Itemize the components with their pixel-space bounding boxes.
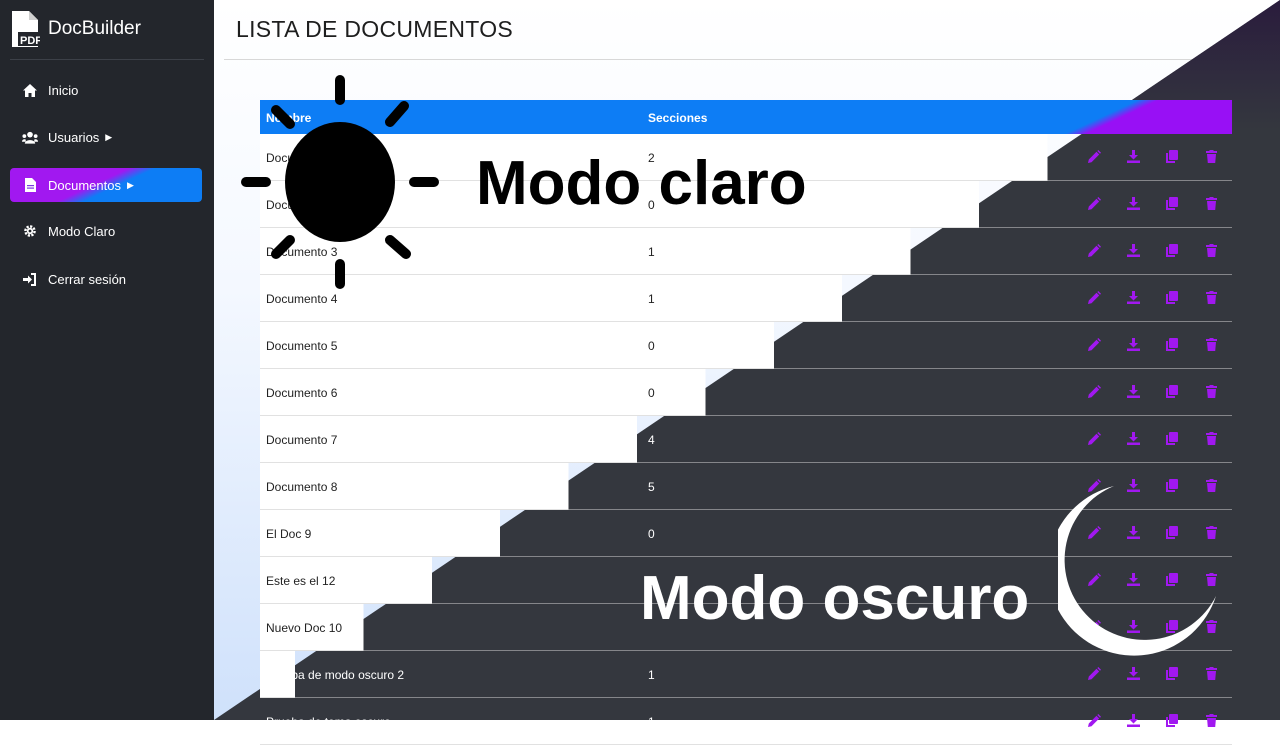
trash-icon[interactable] [1203,383,1219,399]
edit-icon[interactable] [1086,430,1102,446]
sidebar-item-cerrar-sesion[interactable]: Cerrar sesión [10,262,202,296]
document-name: Documento 5 [266,339,338,353]
document-name: Prueba de modo oscuro 2 [266,668,405,682]
caret-right-icon: ▶ [126,179,134,190]
document-sections: 0 [648,527,655,541]
sidebar-item-label: Modo Claro [48,223,116,239]
table-row: Prueba de tema oscuro 1 [260,698,1232,745]
users-icon [22,129,38,145]
download-icon[interactable] [1125,336,1141,352]
download-icon[interactable] [1125,383,1141,399]
document-sections: 1 [648,292,655,306]
dark-mode-label: Modo oscuro [640,564,1030,633]
document-icon [22,177,38,193]
sidebar-item-usuarios[interactable]: Usuarios ▶ [10,120,202,154]
document-sections: 1 [648,245,655,259]
table-row: Documento 6 0 [260,369,1232,416]
trash-icon[interactable] [1203,289,1219,305]
trash-icon[interactable] [1203,712,1219,728]
download-icon[interactable] [1125,289,1141,305]
caret-right-icon: ▶ [105,131,113,142]
document-sections: 0 [648,386,655,400]
trash-icon[interactable] [1203,665,1219,681]
edit-icon[interactable] [1086,712,1102,728]
sidebar-item-inicio[interactable]: Inicio [10,73,202,107]
sidebar: PDF DocBuilder Inicio Usuarios ▶ Documen… [0,0,214,720]
edit-icon[interactable] [1086,383,1102,399]
edit-icon[interactable] [1086,148,1102,164]
page-title: LISTA DE DOCUMENTOS [236,16,514,42]
copy-icon[interactable] [1164,383,1180,399]
document-name: Documento 8 [266,480,338,494]
row-actions [1086,195,1219,211]
row-actions [1086,665,1219,681]
trash-icon[interactable] [1203,336,1219,352]
copy-icon[interactable] [1164,336,1180,352]
table-row: Documento 7 4 [260,416,1232,463]
document-sections: 5 [648,480,655,494]
document-name: El Doc 9 [266,527,312,541]
trash-icon[interactable] [1203,195,1219,211]
copy-icon[interactable] [1164,148,1180,164]
sidebar-divider [10,59,204,60]
title-divider [224,59,1270,60]
download-icon[interactable] [1125,430,1141,446]
document-name: Este es el 12 [266,574,336,588]
edit-icon[interactable] [1086,242,1102,258]
download-icon[interactable] [1125,242,1141,258]
sidebar-item-label: Cerrar sesión [48,271,127,287]
document-name: Prueba de tema oscuro [266,715,391,729]
copy-icon[interactable] [1164,242,1180,258]
row-actions [1086,712,1219,728]
light-mode-label: Modo claro [476,149,807,218]
document-name: Documento 7 [266,433,338,447]
edit-icon[interactable] [1086,195,1102,211]
download-icon[interactable] [1125,148,1141,164]
copy-icon[interactable] [1164,430,1180,446]
edit-icon[interactable] [1086,665,1102,681]
download-icon[interactable] [1125,195,1141,211]
copy-icon[interactable] [1164,195,1180,211]
document-sections: 1 [648,715,655,729]
trash-icon[interactable] [1203,430,1219,446]
app-name: DocBuilder [48,18,141,39]
copy-icon[interactable] [1164,289,1180,305]
row-actions [1086,430,1219,446]
row-actions [1086,336,1219,352]
gear-icon [22,223,38,239]
document-name: Nuevo Doc 10 [266,621,343,635]
download-icon[interactable] [1125,712,1141,728]
row-actions [1086,242,1219,258]
document-sections: 4 [648,433,655,447]
column-header-secciones: Secciones [648,111,708,125]
sidebar-item-modo-claro[interactable]: Modo Claro [10,214,202,248]
row-actions [1086,289,1219,305]
document-sections: 0 [648,339,655,353]
sidebar-item-label: Documentos [48,177,121,193]
sun-icon [240,74,440,295]
edit-icon[interactable] [1086,336,1102,352]
document-name: Documento 6 [266,386,338,400]
table-row: Documento 5 0 [260,322,1232,369]
brand[interactable]: PDF DocBuilder [10,10,141,48]
row-actions [1086,383,1219,399]
copy-icon[interactable] [1164,665,1180,681]
moon-icon [1048,486,1218,666]
sign-in-icon [22,271,38,287]
trash-icon[interactable] [1203,148,1219,164]
pdf-file-icon: PDF [10,11,42,47]
document-sections: 1 [648,668,655,682]
sidebar-item-label: Inicio [48,82,79,98]
trash-icon[interactable] [1203,242,1219,258]
sidebar-item-documentos[interactable]: Documentos ▶ [10,168,202,202]
home-icon [22,82,38,98]
row-actions [1086,148,1219,164]
svg-text:PDF: PDF [20,35,40,47]
copy-icon[interactable] [1164,712,1180,728]
edit-icon[interactable] [1086,289,1102,305]
download-icon[interactable] [1125,665,1141,681]
sidebar-item-label: Usuarios [48,129,100,145]
